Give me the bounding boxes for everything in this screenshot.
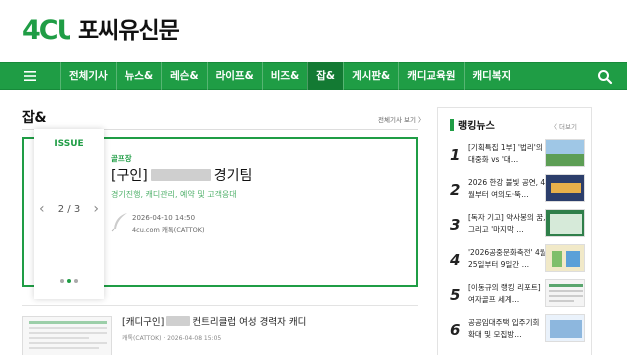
rank-headline: '2026공중문화축전' 4월 25일부터 9일간 … (468, 248, 547, 269)
featured-article[interactable]: ISSUE ‹ 2 / 3 › 골프장 [구인] 경기팀 경기진행, 캐디관리,… (22, 129, 418, 299)
issue-carousel: ISSUE ‹ 2 / 3 › (34, 129, 104, 299)
ranking-item[interactable]: 5 [이동규의 랭킹 리포트] 여자골프 세계… (450, 279, 585, 313)
nav-item-board[interactable]: 게시판& (343, 62, 398, 90)
rank-headline: [기획특집 1부] '법리'의 대중화 vs '대… (468, 143, 543, 164)
redacted-text (150, 169, 211, 181)
ranking-title: 랭킹뉴스 (458, 121, 495, 132)
site-name: 포씨유신문 (78, 18, 180, 44)
rank-thumbnail (545, 139, 585, 167)
ranking-sidebar: 랭킹뉴스 〈 더보기 1 [기획특집 1부] '법리'의 대중화 vs '대… … (437, 107, 592, 355)
ranking-item[interactable]: 4 '2026공중문화축전' 4월 25일부터 9일간 … (450, 244, 585, 278)
ranking-item[interactable]: 6 공공임대주택 입주기회 확대 및 모집방… (450, 314, 585, 348)
nav-item-biz[interactable]: 비즈& (261, 62, 307, 90)
quill-icon (111, 212, 129, 232)
rank-headline: [이동규의 랭킹 리포트] 여자골프 세계… (468, 283, 541, 304)
article-title[interactable]: [구인] 경기팀 (111, 165, 252, 185)
rank-thumbnail (545, 314, 585, 342)
article-subtitle: 경기진행, 캐디관리, 예약 및 고객응대 (111, 190, 237, 199)
site-logo[interactable]: 4CU 포씨유신문 (22, 10, 180, 45)
nav-item-all[interactable]: 전체기사 (60, 62, 116, 90)
list-item-thumbnail[interactable] (22, 316, 112, 355)
section-title: 잡& (22, 110, 47, 126)
page: 4CU 포씨유신문 전체기사 뉴스& 레슨& 라이프& 비즈& 잡& 게시판& … (0, 0, 627, 355)
nav-item-caddie-edu[interactable]: 캐디교육원 (398, 62, 463, 90)
nav-item-life[interactable]: 라이프& (206, 62, 262, 90)
main-nav: 전체기사 뉴스& 레슨& 라이프& 비즈& 잡& 게시판& 캐디교육원 캐디복지 (0, 62, 627, 90)
nav-items: 전체기사 뉴스& 레슨& 라이프& 비즈& 잡& 게시판& 캐디교육원 캐디복지 (60, 62, 519, 90)
ranking-more-prefix: 〈 (550, 123, 560, 131)
rank-headline: 2026 한강 불빛 공연, 4월부터 여의도·뚝… (468, 178, 546, 199)
view-all-link[interactable]: 전체기사 보기 〉 (378, 114, 425, 124)
list-item-title-suffix: 컨트리클럽 여성 경력자 캐디 (192, 317, 307, 328)
rank-thumbnail (545, 174, 585, 202)
svg-text:4CU: 4CU (22, 15, 70, 42)
search-icon[interactable] (597, 69, 613, 85)
ranking-item[interactable]: 2 2026 한강 불빛 공연, 4월부터 여의도·뚝… (450, 174, 585, 208)
site-header: 4CU 포씨유신문 (0, 0, 627, 62)
rank-number: 2 (450, 181, 461, 199)
rank-thumbnail (545, 244, 585, 272)
next-arrow-icon[interactable]: › (93, 201, 99, 217)
ranking-item[interactable]: 1 [기획특집 1부] '법리'의 대중화 vs '대… (450, 139, 585, 173)
rank-number: 4 (450, 251, 461, 269)
article-title-prefix: [구인] (111, 168, 148, 184)
ranking-accent-bar (450, 118, 454, 131)
carousel-dot[interactable] (60, 279, 64, 283)
ranking-item[interactable]: 3 [독자 기고] 약사봉의 꿈, 그리고 '마지막 … (450, 209, 585, 243)
article-title-suffix: 경기팀 (213, 168, 253, 184)
rank-thumbnail (545, 209, 585, 237)
ranking-more-link[interactable]: 〈 더보기 (550, 121, 577, 131)
rank-number: 1 (450, 146, 461, 164)
carousel-dot-active[interactable] (67, 279, 71, 283)
nav-item-lesson[interactable]: 레슨& (161, 62, 206, 90)
carousel-dot[interactable] (74, 279, 78, 283)
carousel-dots (34, 279, 104, 283)
article-source: 4cu.com 캐톡(CATTOK) (132, 226, 205, 234)
rank-number: 5 (450, 286, 461, 304)
nav-item-news[interactable]: 뉴스& (115, 62, 161, 90)
list-divider (22, 305, 418, 306)
list-item-title-prefix: [캐디구인] (122, 317, 165, 328)
menu-icon[interactable] (0, 62, 60, 90)
nav-item-caddie-welfare[interactable]: 캐디복지 (463, 62, 520, 90)
nav-item-job[interactable]: 잡& (307, 62, 344, 90)
redacted-text (166, 316, 191, 326)
article-date: 2026-04-10 14:50 (132, 214, 196, 222)
rank-number: 6 (450, 321, 461, 339)
rank-thumbnail (545, 279, 585, 307)
logo-mark-icon: 4CU (22, 13, 70, 43)
ranking-header: 랭킹뉴스 (450, 117, 495, 132)
rank-number: 3 (450, 216, 461, 234)
article-category: 골프장 (111, 154, 132, 163)
ranking-more-label: 더보기 (559, 123, 577, 131)
list-item-title[interactable]: [캐디구인] 컨트리클럽 여성 경력자 캐디 (122, 314, 306, 328)
rank-headline: 공공임대주택 입주기회 확대 및 모집방… (468, 318, 540, 339)
rank-headline: [독자 기고] 약사봉의 꿈, 그리고 '마지막 … (468, 213, 546, 234)
list-item-meta: 캐톡(CATTOK) · 2026-04-08 15:05 (122, 335, 222, 342)
issue-label: ISSUE (54, 139, 84, 149)
